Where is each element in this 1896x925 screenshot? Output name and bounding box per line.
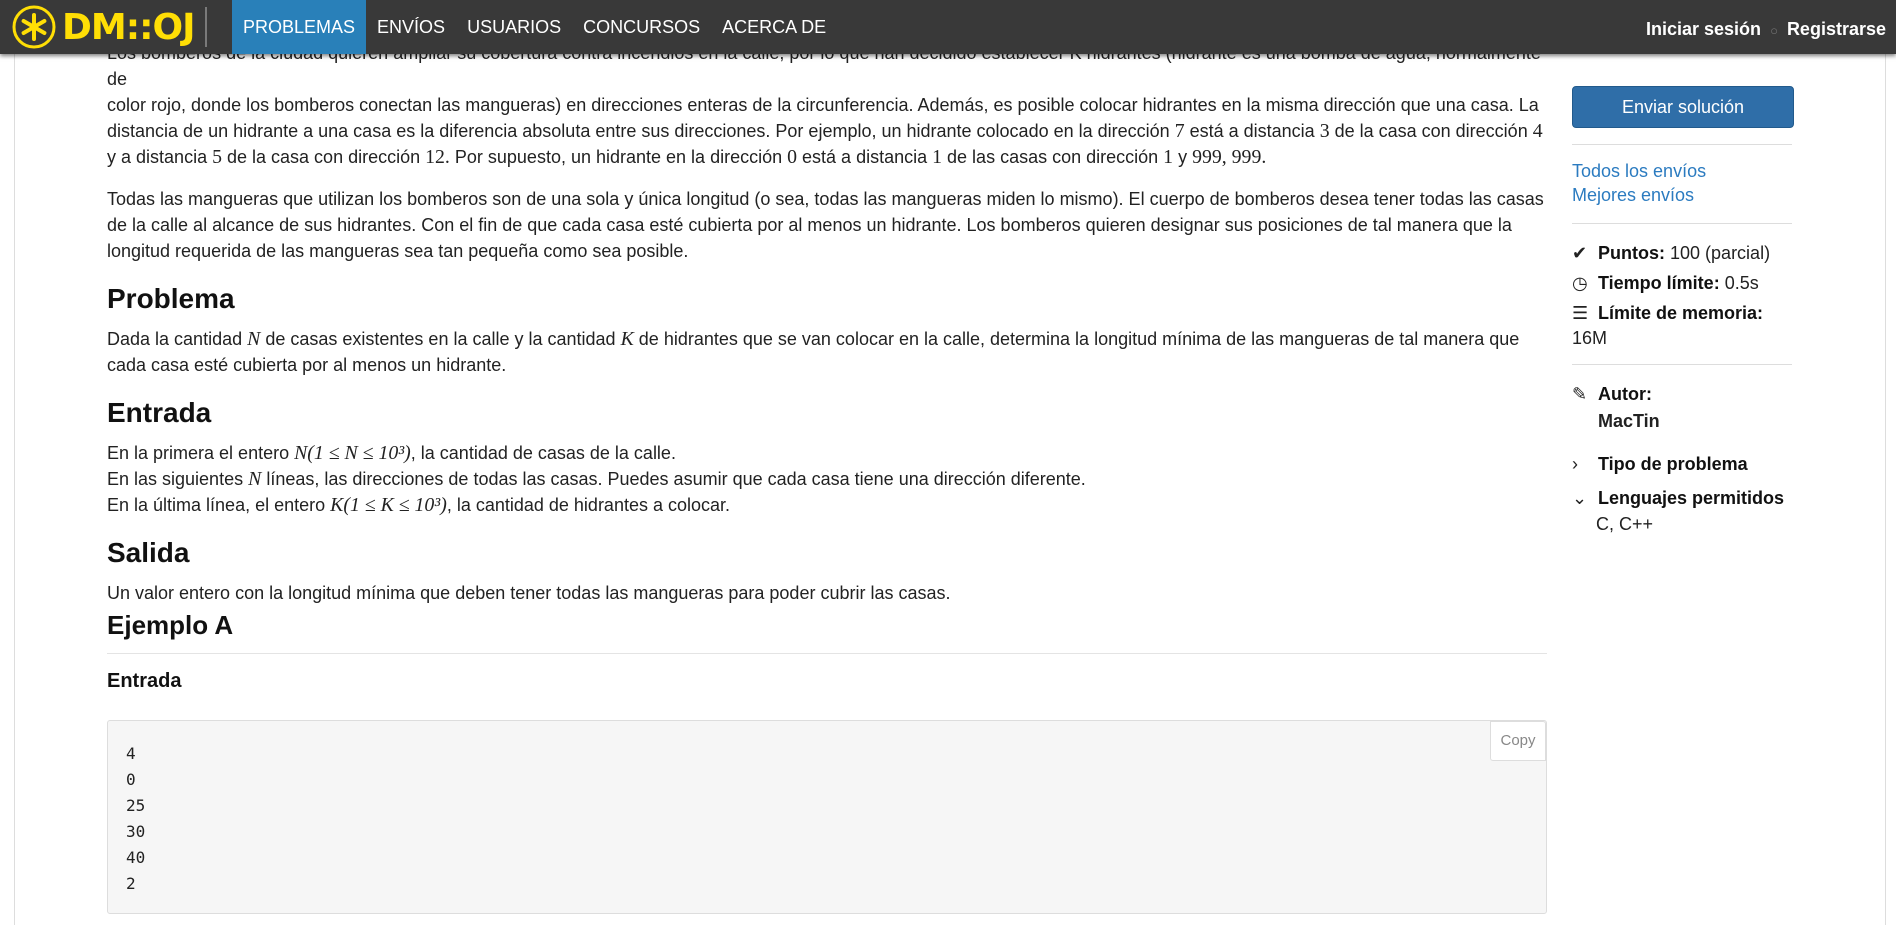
math-var-n: N <box>248 468 262 490</box>
problema-text: Dada la cantidad <box>107 329 243 349</box>
problem-sidebar: Enviar solución Todos los envíos Mejores… <box>1572 86 1794 535</box>
entrada-text: , la cantidad de hidrantes a colocar. <box>446 495 731 515</box>
time-limit-label: Tiempo límite: <box>1598 273 1720 293</box>
submit-solution-button[interactable]: Enviar solución <box>1572 86 1794 128</box>
nav-item-envios[interactable]: ENVÍOS <box>366 0 456 54</box>
math-number: 7 <box>1174 120 1185 142</box>
math-number: 999, 999. <box>1192 146 1267 168</box>
login-separator: ○ <box>1770 23 1778 38</box>
memory-limit-label: Límite de memoria: <box>1598 303 1764 323</box>
intro-text: Por supuesto, un hidrante en la direcció… <box>454 147 783 167</box>
author-label: Autor: <box>1598 384 1652 404</box>
chevron-down-icon: ⌄ <box>1572 488 1588 508</box>
nav-item-acerca-de[interactable]: ACERCA DE <box>711 0 837 54</box>
points-row: ✔ Puntos: 100 (parcial) <box>1572 238 1792 268</box>
math-number: 1 <box>1163 146 1174 168</box>
logo-text: DM::OJ <box>62 6 195 48</box>
math-var-k: K <box>620 328 634 350</box>
problema-text: de casas existentes en la calle y la can… <box>265 329 616 349</box>
section-heading-salida: Salida <box>107 537 190 568</box>
memory-limit-value: 16M <box>1572 328 1608 348</box>
problem-statement: Los bomberos de la ciudad quieren amplia… <box>107 40 1547 622</box>
nav-item-problemas[interactable]: PROBLEMAS <box>232 0 367 54</box>
problem-type-toggle[interactable]: › Tipo de problema <box>1572 449 1792 479</box>
time-limit-value: 0.5s <box>1724 273 1759 293</box>
entrada-text: En las siguientes <box>107 469 244 489</box>
intro-paragraph: Los bomberos de la ciudad quieren amplia… <box>107 40 1547 170</box>
user-links: Iniciar sesión ○ Registrarse <box>1646 0 1886 58</box>
languages-label: Lenguajes permitidos <box>1598 488 1785 508</box>
entrada-text: , la cantidad de casas de la calle. <box>410 443 676 463</box>
memory-limit-row: ☰ Límite de memoria: <box>1572 298 1792 328</box>
entrada-line-3: En la última línea, el entero K(1 ≤ K ≤ … <box>107 492 1547 518</box>
example-input-label: Entrada <box>107 670 182 692</box>
math-var-n: N <box>247 328 261 350</box>
example-heading: Ejemplo A <box>107 610 1547 654</box>
math-number: 5 <box>212 146 222 168</box>
entrada-line-2: En las siguientes N líneas, las direccio… <box>107 466 1547 492</box>
intro-text: está a distancia <box>802 147 928 167</box>
main-nav: PROBLEMAS ENVÍOS USUARIOS CONCURSOS ACER… <box>232 0 837 54</box>
author-row: ✎ Autor: <box>1572 379 1792 409</box>
entrada-line-1: En la primera el entero N(1 ≤ N ≤ 10³), … <box>107 440 1547 466</box>
points-value: 100 (parcial) <box>1670 243 1771 263</box>
math-number: 4 <box>1532 120 1543 142</box>
languages-value: C, C++ <box>1596 514 1654 534</box>
intro-text: y a <box>107 147 132 167</box>
nav-item-usuarios[interactable]: USUARIOS <box>456 0 572 54</box>
chevron-right-icon: › <box>1572 454 1578 474</box>
math-constraint-n: N(1 ≤ N ≤ 10³) <box>294 442 411 464</box>
divider <box>1572 144 1792 145</box>
login-link[interactable]: Iniciar sesión <box>1646 19 1761 39</box>
intro-text: está a distancia <box>1189 121 1315 141</box>
hoses-paragraph: Todas las mangueras que utilizan los bom… <box>107 189 1544 261</box>
problema-paragraph: Dada la cantidad N de casas existentes e… <box>107 326 1547 378</box>
nav-item-concursos[interactable]: CONCURSOS <box>572 0 711 54</box>
intro-text: y <box>1178 147 1188 167</box>
math-number: 12. <box>425 146 450 168</box>
sample-input-code: 4 0 25 30 40 2 <box>126 744 146 893</box>
best-submissions-link[interactable]: Mejores envíos <box>1572 183 1792 207</box>
entrada-text: líneas, las direcciones de todas las cas… <box>266 469 1086 489</box>
math-number: 3 <box>1319 120 1330 142</box>
site-logo[interactable]: DM::OJ <box>12 4 207 50</box>
check-icon: ✔ <box>1572 243 1588 263</box>
logo-divider <box>204 7 207 47</box>
section-heading-problema: Problema <box>107 283 235 314</box>
math-constraint-k: K(1 ≤ K ≤ 10³) <box>330 494 447 516</box>
intro-text: de la casa con dirección <box>1334 121 1528 141</box>
points-label: Puntos: <box>1598 243 1665 263</box>
edit-icon: ✎ <box>1572 384 1588 404</box>
divider <box>1572 364 1792 365</box>
math-number: 1 <box>932 146 943 168</box>
math-number: 0 <box>787 146 798 168</box>
register-link[interactable]: Registrarse <box>1787 19 1886 39</box>
all-submissions-link[interactable]: Todos los envíos <box>1572 159 1792 183</box>
entrada-text: En la primera el entero <box>107 443 290 463</box>
entrada-text: En la última línea, el entero <box>107 495 326 515</box>
problem-type-label: Tipo de problema <box>1598 454 1748 474</box>
server-icon: ☰ <box>1572 303 1589 323</box>
time-limit-row: ◷ Tiempo límite: 0.5s <box>1572 268 1792 298</box>
divider <box>1572 223 1792 224</box>
entrada-paragraph: En la primera el entero N(1 ≤ N ≤ 10³), … <box>107 440 1547 518</box>
clock-icon: ◷ <box>1572 273 1588 293</box>
salida-paragraph: Un valor entero con la longitud mínima q… <box>107 583 951 603</box>
intro-text: distancia de un hidrante a una casa es l… <box>107 121 1170 141</box>
section-heading-entrada: Entrada <box>107 397 212 428</box>
sample-input-box: Copy 4 0 25 30 40 2 <box>107 720 1547 914</box>
copy-button[interactable]: Copy <box>1490 721 1546 761</box>
intro-text: de la casa con dirección <box>227 147 421 167</box>
intro-text: color rojo, donde los bomberos conectan … <box>107 95 1539 115</box>
intro-text: distancia <box>136 147 208 167</box>
top-navbar: DM::OJ PROBLEMAS ENVÍOS USUARIOS CONCURS… <box>0 0 1896 54</box>
languages-toggle[interactable]: ⌄ Lenguajes permitidos <box>1572 483 1792 513</box>
asterisk-logo-icon <box>12 5 56 49</box>
intro-text: de las casas con dirección <box>947 147 1159 167</box>
author-name[interactable]: MacTin <box>1572 409 1792 433</box>
